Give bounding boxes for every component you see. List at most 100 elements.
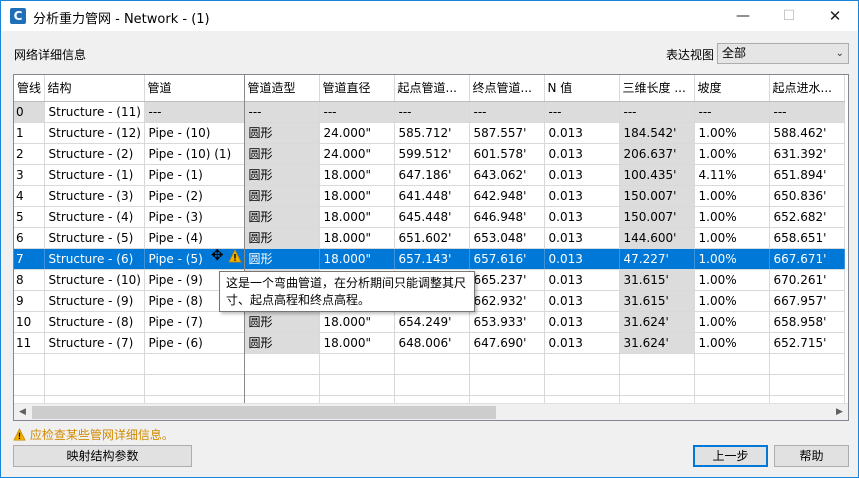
table-cell[interactable]: Structure - (5) <box>44 227 145 249</box>
table-cell[interactable]: 10 <box>14 311 45 333</box>
table-cell[interactable]: --- <box>619 101 695 123</box>
table-cell[interactable]: 11 <box>14 332 45 354</box>
horizontal-scrollbar[interactable]: ◀ ▶ <box>14 403 848 420</box>
table-cell[interactable]: 657.143' <box>394 248 470 270</box>
table-cell[interactable]: Structure - (2) <box>44 143 145 165</box>
table-cell[interactable]: 599.512' <box>394 143 470 165</box>
table-cell[interactable]: 0.013 <box>544 185 620 207</box>
table-cell[interactable]: 670.261' <box>769 269 845 291</box>
table-cell[interactable]: 658.651' <box>769 227 845 249</box>
table-cell[interactable]: 18.000" <box>319 164 395 186</box>
table-cell[interactable]: 601.578' <box>469 143 545 165</box>
table-cell[interactable]: 184.542' <box>619 122 695 144</box>
table-row[interactable]: 4 Structure - (3) Pipe - (2) 圆形 18.000" 641.4… <box>14 185 845 207</box>
table-cell[interactable]: 150.007' <box>619 206 695 228</box>
table-cell[interactable]: --- <box>319 101 395 123</box>
table-row[interactable]: 3 Structure - (1) Pipe - (1) 圆形 18.000" 647.1… <box>14 164 845 186</box>
table-cell[interactable]: 8 <box>14 269 45 291</box>
table-cell[interactable]: Pipe - (10) (1) <box>144 143 245 165</box>
maximize-button[interactable]: ☐ <box>766 1 812 31</box>
table-cell[interactable]: 1.00% <box>694 290 770 312</box>
table-cell[interactable]: 100.435' <box>619 164 695 186</box>
table-cell[interactable]: 4.11% <box>694 164 770 186</box>
table-cell[interactable]: 1.00% <box>694 311 770 333</box>
table-cell[interactable]: 1.00% <box>694 143 770 165</box>
table-cell[interactable]: 1.00% <box>694 122 770 144</box>
table-cell[interactable]: Structure - (12) <box>44 122 145 144</box>
table-cell[interactable]: 646.948' <box>469 206 545 228</box>
table-cell[interactable]: 7 <box>14 248 45 270</box>
table-cell[interactable]: 0.013 <box>544 332 620 354</box>
table-cell[interactable]: 648.006' <box>394 332 470 354</box>
table-cell[interactable]: 653.933' <box>469 311 545 333</box>
table-cell[interactable]: 588.462' <box>769 122 845 144</box>
table-cell[interactable]: 31.624' <box>619 311 695 333</box>
table-cell[interactable]: Structure - (9) <box>44 290 145 312</box>
table-cell[interactable]: Pipe - (3) <box>144 206 245 228</box>
table-cell[interactable]: 31.615' <box>619 269 695 291</box>
column-header[interactable]: N 值 <box>544 75 620 102</box>
scroll-left-icon[interactable]: ◀ <box>14 404 31 420</box>
table-cell[interactable]: 1 <box>14 122 45 144</box>
table-cell[interactable]: 0.013 <box>544 290 620 312</box>
network-details-grid[interactable]: 管线 结构 管道 管道造型 管道直径 起点管道... 终点管道... N 值三维长度 ... 坡… <box>13 74 849 421</box>
table-cell[interactable]: 631.392' <box>769 143 845 165</box>
table-cell[interactable]: --- <box>469 101 545 123</box>
help-button[interactable]: 帮助 <box>774 445 849 467</box>
table-cell[interactable]: 662.932' <box>469 290 545 312</box>
table-cell[interactable]: Structure - (3) <box>44 185 145 207</box>
table-cell[interactable]: 18.000" <box>319 185 395 207</box>
table-cell[interactable]: 651.894' <box>769 164 845 186</box>
table-cell[interactable]: Structure - (10) <box>44 269 145 291</box>
table-cell[interactable]: 647.690' <box>469 332 545 354</box>
table-cell[interactable]: 圆形 <box>244 185 320 207</box>
table-cell[interactable]: Pipe - (10) <box>144 122 245 144</box>
table-cell[interactable]: Structure - (6) <box>44 248 145 270</box>
table-row[interactable]: 10 Structure - (8) Pipe - (7) 圆形 18.000" 654.… <box>14 311 845 333</box>
column-header[interactable]: 起点管道... <box>394 75 470 102</box>
table-cell[interactable]: Pipe - (4) <box>144 227 245 249</box>
column-header[interactable]: 坡度 <box>694 75 770 102</box>
table-cell[interactable]: 643.062' <box>469 164 545 186</box>
table-cell[interactable]: 665.237' <box>469 269 545 291</box>
column-header[interactable]: 起点进水... <box>769 75 845 102</box>
table-cell[interactable]: --- <box>394 101 470 123</box>
table-cell[interactable]: 18.000" <box>319 227 395 249</box>
table-cell[interactable]: 2 <box>14 143 45 165</box>
table-cell[interactable]: --- <box>769 101 845 123</box>
table-row[interactable]: 7 Structure - (6) Pipe - (5) 圆形 18.000" 657.1… <box>14 248 845 270</box>
minimize-button[interactable]: — <box>720 1 766 31</box>
scrollbar-thumb[interactable] <box>32 406 496 419</box>
table-cell[interactable]: 圆形 <box>244 332 320 354</box>
table-cell[interactable]: 0.013 <box>544 143 620 165</box>
table-cell[interactable]: 24.000" <box>319 143 395 165</box>
table-cell[interactable]: 圆形 <box>244 143 320 165</box>
table-cell[interactable]: 587.557' <box>469 122 545 144</box>
table-cell[interactable]: 150.007' <box>619 185 695 207</box>
table-cell[interactable]: 0.013 <box>544 227 620 249</box>
table-cell[interactable]: 圆形 <box>244 206 320 228</box>
table-cell[interactable]: 654.249' <box>394 311 470 333</box>
table-row[interactable]: 6 Structure - (5) Pipe - (4) 圆形 18.000" 651.6… <box>14 227 845 249</box>
table-cell[interactable]: Pipe - (2) <box>144 185 245 207</box>
table-cell[interactable]: 9 <box>14 290 45 312</box>
table-cell[interactable]: Pipe - (1) <box>144 164 245 186</box>
table-cell[interactable]: 圆形 <box>244 248 320 270</box>
table-cell[interactable]: 651.602' <box>394 227 470 249</box>
table-cell[interactable]: 641.448' <box>394 185 470 207</box>
table-cell[interactable]: 31.624' <box>619 332 695 354</box>
table-cell[interactable]: 1.00% <box>694 227 770 249</box>
table-row[interactable]: 2 Structure - (2) Pipe - (10) (1) 圆形 24.000"… <box>14 143 845 165</box>
table-cell[interactable]: 667.671' <box>769 248 845 270</box>
table-cell[interactable]: 18.000" <box>319 248 395 270</box>
close-button[interactable]: ✕ <box>812 1 858 31</box>
table-cell[interactable]: 18.000" <box>319 332 395 354</box>
table-cell[interactable]: 47.227' <box>619 248 695 270</box>
table-cell[interactable]: --- <box>694 101 770 123</box>
column-header[interactable]: 管道直径 <box>319 75 395 102</box>
table-cell[interactable]: Pipe - (6) <box>144 332 245 354</box>
table-cell[interactable]: 144.600' <box>619 227 695 249</box>
column-header[interactable]: 管道造型 <box>244 75 320 102</box>
table-cell[interactable]: 0.013 <box>544 311 620 333</box>
scroll-right-icon[interactable]: ▶ <box>831 404 848 420</box>
